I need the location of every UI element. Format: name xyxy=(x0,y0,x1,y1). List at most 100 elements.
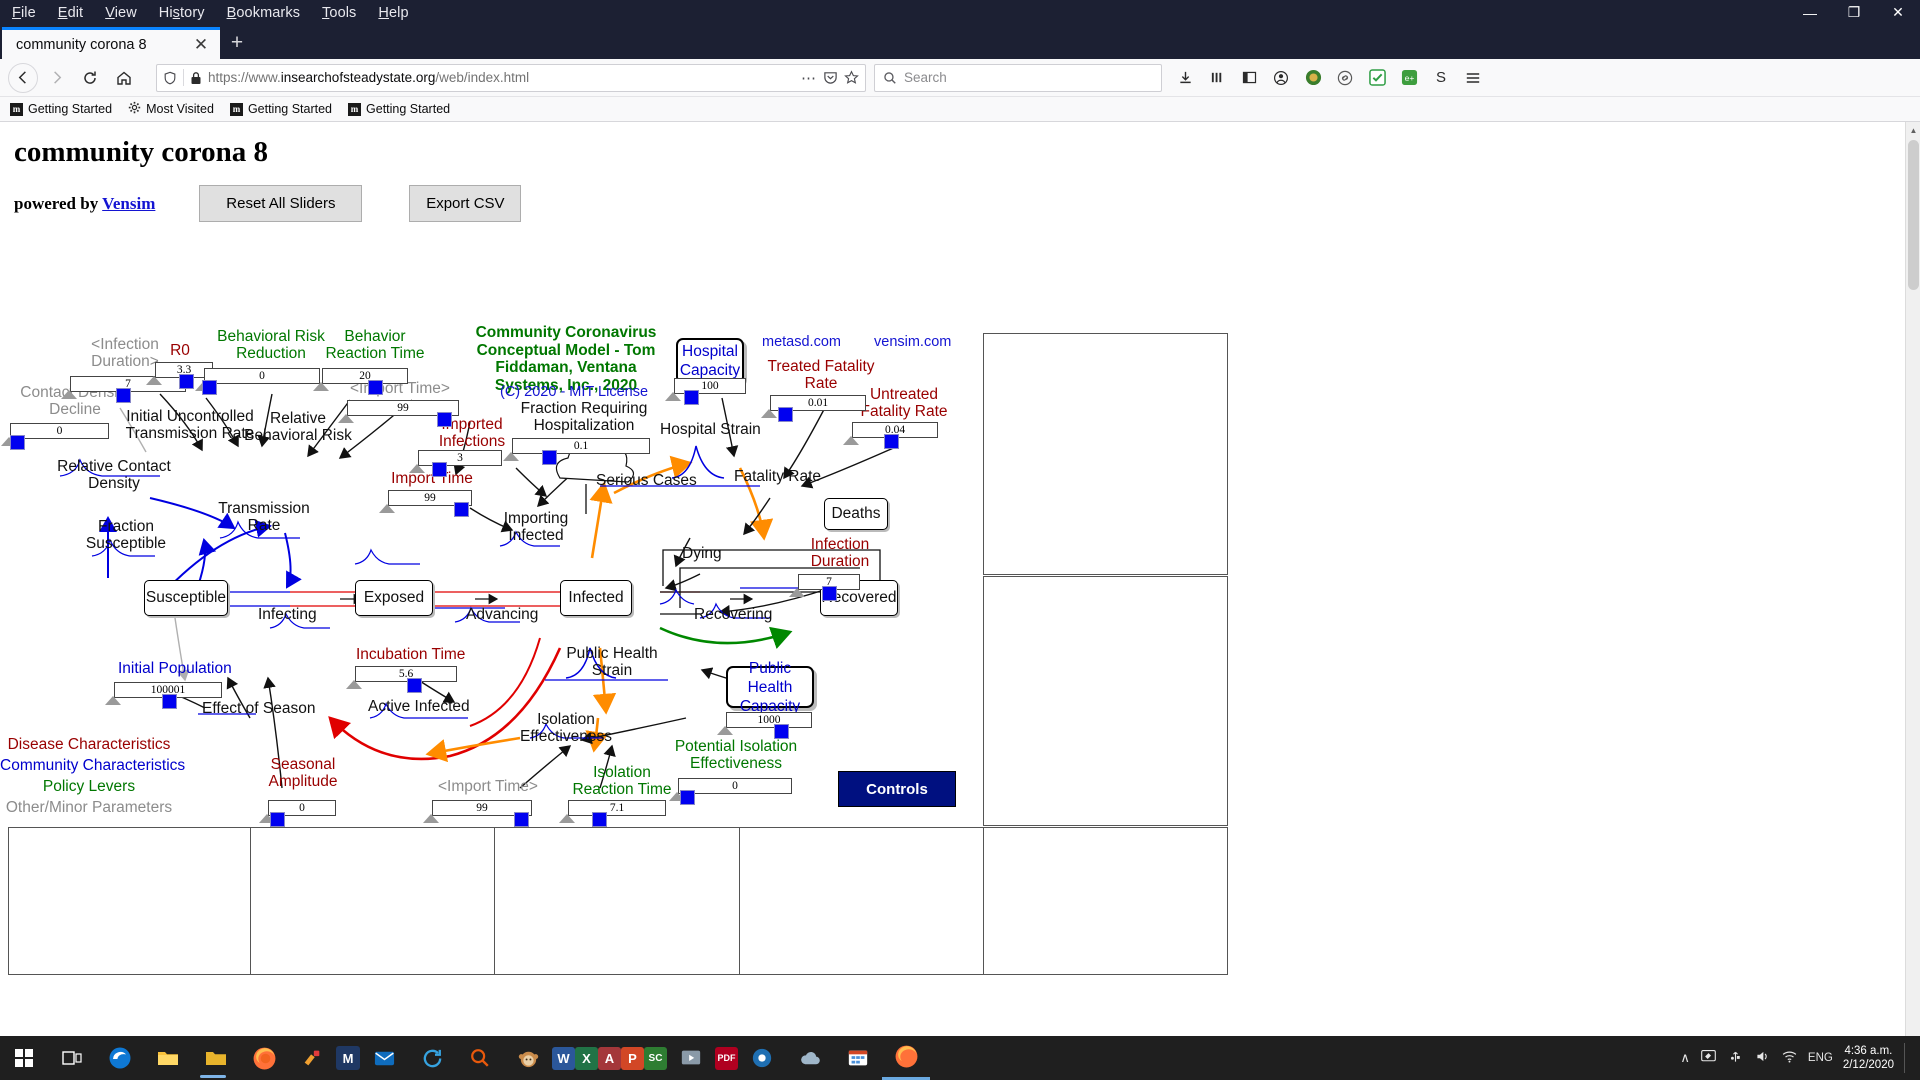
slider-knob[interactable] xyxy=(884,434,899,449)
menu-file[interactable]: File xyxy=(12,5,36,21)
task-view-button[interactable] xyxy=(48,1036,96,1080)
menu-tools[interactable]: Tools xyxy=(322,5,356,21)
sidebar-icon[interactable] xyxy=(1234,63,1264,93)
slider-seasonal-amplitude[interactable]: 0 xyxy=(259,800,336,827)
stock-exposed[interactable]: Exposed xyxy=(355,580,433,616)
back-icon[interactable] xyxy=(8,62,38,93)
extension-green-icon[interactable] xyxy=(1298,63,1328,93)
stock-deaths[interactable]: Deaths xyxy=(824,498,888,530)
slider-knob[interactable] xyxy=(270,812,285,827)
lock-icon[interactable] xyxy=(190,71,202,85)
tray-chevron-icon[interactable]: ∧ xyxy=(1680,1050,1690,1066)
taskbar-icon-record[interactable] xyxy=(738,1036,786,1080)
new-tab-button[interactable]: + xyxy=(220,27,254,59)
export-csv-button[interactable]: Export CSV xyxy=(409,185,522,222)
bookmark-star-icon[interactable] xyxy=(844,70,859,85)
taskbar-icon-pdf[interactable]: PDF xyxy=(715,1046,738,1070)
slider-knob[interactable] xyxy=(774,724,789,739)
slider-knob[interactable] xyxy=(116,388,131,403)
slider-knob[interactable] xyxy=(162,694,177,709)
slider-knob[interactable] xyxy=(454,502,469,517)
stock-infected[interactable]: Infected xyxy=(560,580,632,616)
slider-incubation-time[interactable]: 5.6 xyxy=(346,666,457,693)
page-actions-icon[interactable]: ⋯ xyxy=(801,69,817,87)
slider-hospital-capacity[interactable]: 100 xyxy=(665,378,746,405)
url-bar[interactable]: https://www.insearchofsteadystate.org/we… xyxy=(156,63,866,92)
taskbar-icon-firefox-active[interactable] xyxy=(882,1036,930,1080)
start-button[interactable] xyxy=(0,1036,48,1080)
home-icon[interactable] xyxy=(108,62,140,94)
menu-history[interactable]: History xyxy=(159,5,205,21)
page-scrollbar[interactable]: ▲ ▼ xyxy=(1905,122,1920,1080)
taskbar-icon-outlook[interactable] xyxy=(360,1036,408,1080)
taskbar-icon-sc[interactable]: SC xyxy=(644,1046,667,1070)
taskbar-icon-cloud[interactable] xyxy=(786,1036,834,1080)
extension-link-icon[interactable] xyxy=(1330,63,1360,93)
license-link[interactable]: (C) 2020 - MIT License xyxy=(500,384,648,400)
slider-knob[interactable] xyxy=(822,586,837,601)
vensim-link[interactable]: Vensim xyxy=(102,194,155,213)
minimize-button[interactable]: — xyxy=(1788,0,1832,25)
taskbar-icon-folder[interactable] xyxy=(192,1036,240,1080)
taskbar-icon-m-app[interactable]: M xyxy=(336,1046,360,1070)
taskbar-icon-media-player[interactable] xyxy=(667,1036,715,1080)
slider-behavior-reaction-time[interactable]: 20 xyxy=(313,368,408,395)
slider-knob[interactable] xyxy=(179,374,194,389)
graph-panel-bottom-left[interactable] xyxy=(8,827,1228,975)
close-button[interactable]: ✕ xyxy=(1876,0,1920,25)
volume-icon[interactable] xyxy=(1754,1048,1771,1068)
taskbar-icon-firefox[interactable] xyxy=(240,1036,288,1080)
hamburger-menu-icon[interactable] xyxy=(1458,63,1488,93)
bookmark-getting-started-3[interactable]: m Getting Started xyxy=(348,102,450,116)
slider-potential-isolation-effectiveness[interactable]: 0 xyxy=(669,778,792,805)
menu-bookmarks[interactable]: Bookmarks xyxy=(227,5,300,21)
slider-knob[interactable] xyxy=(592,812,607,827)
slider-contact-density-decline[interactable]: 0 xyxy=(1,423,109,450)
slider-knob[interactable] xyxy=(437,412,452,427)
checkmark-green-icon[interactable] xyxy=(1362,63,1392,93)
vensim-com-link[interactable]: vensim.com xyxy=(874,334,951,350)
shield-icon[interactable] xyxy=(163,71,177,85)
taskbar-clock[interactable]: 4:36 a.m. 2/12/2020 xyxy=(1843,1044,1894,1072)
slider-knob[interactable] xyxy=(368,380,383,395)
bookmark-getting-started-1[interactable]: m Getting Started xyxy=(10,102,112,116)
slider-public-health-capacity[interactable]: 1000 xyxy=(717,712,812,739)
taskbar-icon-search[interactable] xyxy=(456,1036,504,1080)
maximize-button[interactable]: ❐ xyxy=(1832,0,1876,25)
box-public-health-capacity[interactable]: Public Health Capacity xyxy=(726,660,814,715)
graph-panel-top-right[interactable] xyxy=(983,333,1228,575)
forward-icon[interactable] xyxy=(40,62,72,94)
search-bar[interactable]: Search xyxy=(874,63,1162,92)
slider-knob[interactable] xyxy=(407,678,422,693)
controls-button[interactable]: Controls xyxy=(838,771,956,807)
tab-community-corona-8[interactable]: community corona 8 ✕ xyxy=(2,27,220,59)
slider-knob[interactable] xyxy=(432,462,447,477)
library-icon[interactable] xyxy=(1202,63,1232,93)
language-indicator[interactable]: ENG xyxy=(1808,1052,1833,1064)
scrollbar-thumb[interactable] xyxy=(1908,140,1919,290)
menu-help[interactable]: Help xyxy=(378,5,408,21)
metasd-link[interactable]: metasd.com xyxy=(762,334,841,350)
slider-import-time-bottom[interactable]: 99 xyxy=(423,800,532,827)
slider-isolation-reaction-time[interactable]: 7.1 xyxy=(559,800,666,827)
extension-s-icon[interactable]: S xyxy=(1426,63,1456,93)
reload-icon[interactable] xyxy=(74,62,106,94)
slider-knob[interactable] xyxy=(680,790,695,805)
tray-usb-icon[interactable] xyxy=(1727,1048,1744,1068)
close-icon[interactable]: ✕ xyxy=(190,34,212,56)
reset-all-sliders-button[interactable]: Reset All Sliders xyxy=(199,185,363,222)
slider-initial-population[interactable]: 100001 xyxy=(105,682,222,709)
taskbar-icon-file-explorer[interactable] xyxy=(144,1036,192,1080)
bookmark-most-visited[interactable]: Most Visited xyxy=(128,101,214,117)
taskbar-icon-sync[interactable] xyxy=(408,1036,456,1080)
scroll-up-icon[interactable]: ▲ xyxy=(1906,122,1920,139)
bookmark-getting-started-2[interactable]: m Getting Started xyxy=(229,102,332,116)
wifi-icon[interactable] xyxy=(1781,1048,1798,1068)
stock-susceptible[interactable]: Susceptible xyxy=(144,580,228,616)
taskbar-icon-monkey[interactable] xyxy=(504,1036,552,1080)
tray-pen-icon[interactable] xyxy=(1700,1048,1717,1068)
slider-behavioral-risk-reduction[interactable]: 0 xyxy=(195,368,320,395)
slider-knob[interactable] xyxy=(684,390,699,405)
extension-badge-icon[interactable]: e+ xyxy=(1394,63,1424,93)
slider-fraction-requiring-hospitalization[interactable]: 0.1 xyxy=(503,438,650,465)
